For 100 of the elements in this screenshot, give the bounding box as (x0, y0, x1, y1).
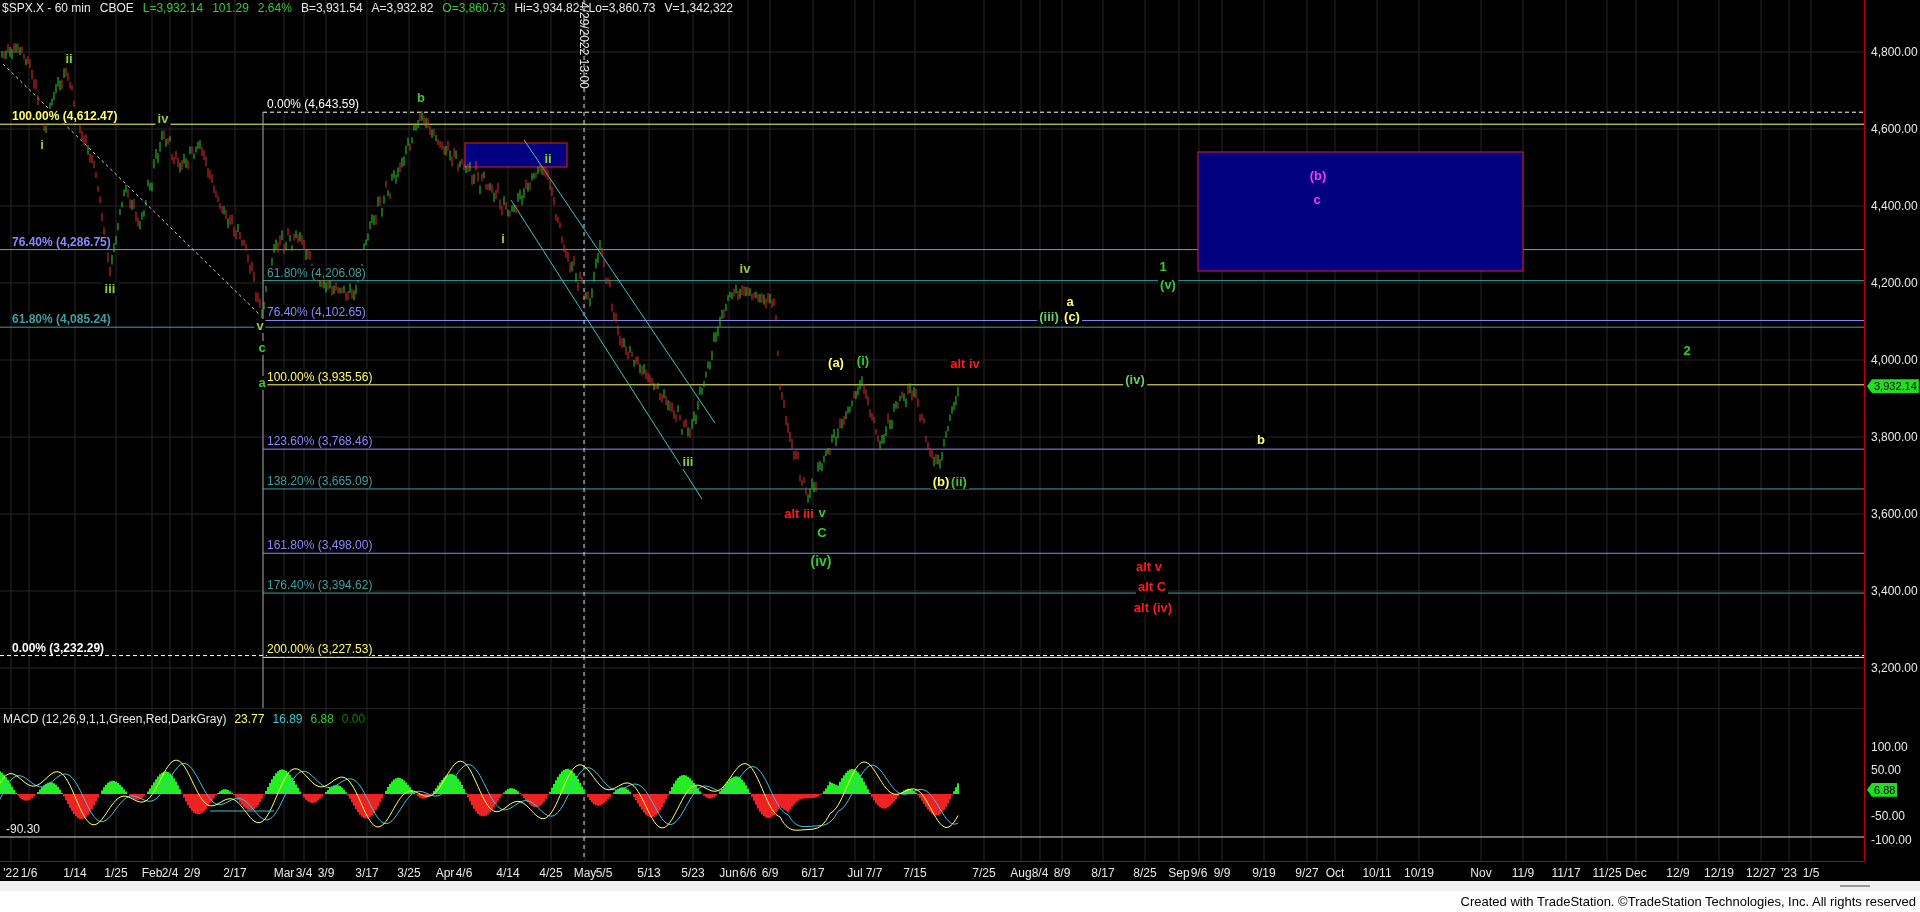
copyright-notice: Created with TradeStation. ©TradeStation Technologies, Inc. All rights reserved (1460, 894, 1916, 909)
macd-axis-label: -100.00 (1871, 832, 1912, 847)
date-axis-label: Jun (719, 866, 739, 880)
date-axis-label: '23 (1781, 866, 1797, 880)
quote-value: Hi=3,934.82 (514, 1, 580, 15)
price-axis-label: 4,400.00 (1871, 199, 1918, 213)
date-axis-label: 6/6 (739, 866, 757, 880)
date-axis-label: 11/17 (1551, 866, 1581, 880)
exchange-name: CBOE (99, 1, 134, 15)
price-axis-label: 3,400.00 (1871, 584, 1918, 598)
date-axis-label: 4/6 (455, 866, 473, 880)
fibonacci-level-label: 176.40% (3,394.62) (267, 578, 373, 593)
wave-label: alt C (1135, 580, 1169, 594)
date-axis-label: 3/25 (397, 866, 421, 880)
indicator-value: 16.89 (272, 712, 303, 726)
macd-value-tag: 6.88 (1867, 782, 1898, 797)
date-axis-label: 7/15 (903, 866, 927, 880)
wave-label: ii (63, 52, 75, 66)
quote-value: V=1,342,322 (664, 1, 733, 15)
quote-value: 2.64% (257, 1, 292, 15)
date-axis-label: 1/14 (63, 866, 87, 880)
fibonacci-level-label: 123.60% (3,768.46) (267, 434, 373, 449)
fibonacci-level-label: 76.40% (4,286.75) (12, 234, 111, 249)
date-axis-label: 12/27 (1746, 866, 1776, 880)
wave-label: c (256, 341, 268, 355)
wave-label: (c) (1062, 310, 1082, 324)
fibonacci-level-label: 0.00% (3,232.29) (12, 640, 105, 655)
date-axis-label: Nov (1470, 866, 1492, 880)
wave-label: (iii) (1037, 310, 1061, 324)
date-axis-label: 8/17 (1091, 866, 1115, 880)
date-axis-label: 7/25 (972, 866, 996, 880)
indicator-value: 23.77 (234, 712, 265, 726)
wave-label: iii (680, 455, 696, 469)
date-axis-label: 3/17 (355, 866, 379, 880)
indicator-value: 6.88 (310, 712, 334, 726)
date-axis-label: 9/27 (1295, 866, 1319, 880)
wave-label: C (815, 526, 829, 540)
price-axis-label: 4,600.00 (1871, 122, 1918, 136)
price-axis-label: 3,800.00 (1871, 430, 1918, 444)
macd-axis-label: -50.00 (1871, 809, 1906, 824)
date-axis-label: Oct (1325, 866, 1345, 880)
wave-label: iv (737, 262, 753, 276)
date-axis-label: 1/25 (104, 866, 128, 880)
wave-label: ii (542, 152, 554, 166)
symbol-name: $SPX.X - 60 min (2, 1, 91, 15)
wave-label: b (415, 91, 427, 105)
price-axis-label: 3,600.00 (1871, 507, 1918, 521)
fibonacci-level-label: 61.80% (4,085.24) (12, 312, 111, 327)
date-axis-label: 1/6 (20, 866, 38, 880)
wave-label: alt (iv) (1131, 601, 1175, 615)
price-axis-label: 4,200.00 (1871, 276, 1918, 290)
fibonacci-level-label: 100.00% (4,612.47) (12, 109, 118, 124)
date-axis-label: 8/4 (1031, 866, 1049, 880)
date-axis-label: 10/19 (1404, 866, 1434, 880)
quote-value: L=3,932.14 (142, 1, 204, 15)
wave-label: (iv) (808, 554, 834, 568)
date-axis-label: 8/9 (1053, 866, 1071, 880)
price-axis-label: 4,000.00 (1871, 353, 1918, 367)
date-axis-label: 10/11 (1362, 866, 1392, 880)
date-axis-label: 1/5 (1802, 866, 1820, 880)
date-axis-label: 4/25 (539, 866, 563, 880)
wave-label: v (254, 319, 266, 333)
wave-label: alt iii (782, 507, 816, 521)
date-axis-label: 12/19 (1704, 866, 1734, 880)
date-axis-label: 2/9 (183, 866, 201, 880)
date-axis-label: 11/25 (1592, 866, 1622, 880)
wave-label: alt v (1134, 560, 1164, 574)
date-axis-label: Dec (1625, 866, 1647, 880)
quote-value: A=3,932.82 (371, 1, 434, 15)
wave-label: (ii) (949, 475, 969, 489)
wave-label: alt iv (948, 357, 982, 371)
date-axis-label: 4/14 (496, 866, 520, 880)
indicator-title: MACD (12,26,9,1,1,Green,Red,DarkGray) (3, 712, 227, 726)
fibonacci-level-label: 100.00% (3,935.56) (267, 369, 373, 384)
date-axis-label: 3/4 (295, 866, 313, 880)
date-axis-label: 12/9 (1666, 866, 1690, 880)
fibonacci-level-label: 76.40% (4,102.65) (267, 305, 366, 320)
date-axis-label: 8/25 (1133, 866, 1157, 880)
date-axis-label: Mar (273, 866, 295, 880)
fibonacci-level-label: 161.80% (3,498.00) (267, 538, 373, 553)
date-axis-label: May (573, 866, 597, 880)
wave-label: (i) (854, 354, 872, 368)
price-axis-label: 4,800.00 (1871, 45, 1918, 59)
date-axis-label: 7/7 (865, 866, 883, 880)
wave-label: i (499, 232, 507, 246)
fibonacci-level-label: 61.80% (4,206.08) (267, 265, 366, 280)
wave-label: iii (102, 282, 118, 296)
macd-low-label: -90.30 (6, 822, 41, 836)
fibonacci-level-label: 200.00% (3,227.53) (267, 642, 373, 657)
price-axis-label: 3,200.00 (1871, 661, 1918, 675)
date-axis-label: 5/5 (595, 866, 613, 880)
date-axis-label: '22 (3, 866, 19, 880)
wave-label: (iv) (1123, 373, 1147, 387)
wave-label: (a) (826, 356, 846, 370)
date-axis-label: Jul (847, 866, 863, 880)
date-axis-label: 6/17 (801, 866, 825, 880)
wave-label: (b) (1307, 169, 1329, 183)
date-axis-label: 5/23 (681, 866, 705, 880)
wave-label: 1 (1157, 260, 1169, 274)
fibonacci-level-label: 138.20% (3,665.09) (267, 473, 373, 488)
